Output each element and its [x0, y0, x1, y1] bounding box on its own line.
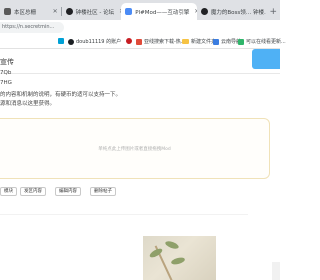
bookmark-label: doub11119 的账户 [76, 39, 122, 45]
bookmark-item[interactable]: 新建文件夹 [182, 38, 216, 45]
bookmarks-bar: doub11119 的账户 亚线搜索下载-热... 新建文件夹 云南导航 可以在… [0, 35, 286, 49]
tab-favicon-icon [125, 8, 133, 15]
close-tab-icon[interactable]: ✕ [51, 8, 58, 15]
app-icon [238, 38, 244, 45]
bookmark-item[interactable]: 可以在线看更新... [238, 38, 286, 45]
divider [0, 214, 248, 215]
tab-title: 本区总栅 [14, 9, 37, 16]
edit-content-button[interactable]: 编辑内容 [55, 187, 81, 196]
app-icon [136, 38, 142, 45]
new-tab-icon[interactable]: + [266, 7, 280, 20]
address-bar-url: https://n.secretmin... [2, 24, 55, 30]
bookmark-item[interactable]: 亚线搜索下载-热... [136, 38, 186, 45]
browser-tab[interactable]: 钟楼社区 - 论坛 ✕ [62, 3, 121, 20]
description-line: 源和消息以这里获得。 [0, 101, 56, 107]
app-icon [213, 38, 219, 45]
browser-tab-active[interactable]: Pl#Mod——互动引擎 ✕ [121, 3, 197, 20]
address-bar[interactable]: https://n.secretmin... [0, 22, 64, 33]
page-header: 宣传 [0, 49, 280, 74]
leaf-shape [170, 256, 186, 266]
browser-tab[interactable]: 本区总栅 ✕ [0, 3, 62, 20]
tab-title: Pl#Mod——互动引擎 [135, 9, 190, 16]
scrollbar[interactable] [272, 262, 280, 280]
bookmark-label: 亚线搜索下载-热... [144, 39, 186, 45]
bookmark-item[interactable] [126, 38, 132, 44]
tab-title: 魔力的Boss领… 钟楼… [210, 9, 267, 16]
primary-action-button[interactable] [252, 49, 280, 69]
description-line: 7HG [0, 80, 12, 86]
browser-toolbar: https://n.secretmin... [0, 20, 280, 35]
tab-favicon-icon [200, 8, 208, 15]
tab-favicon-icon [4, 8, 11, 15]
description-line: 7Qb [0, 70, 12, 76]
post-content-button[interactable]: 发区内容 [20, 187, 46, 196]
bookmark-item[interactable]: 云南导航 [213, 38, 241, 45]
folder-icon [182, 39, 189, 44]
upload-hint: 单纯点此上传图片或者直接拖拽Mod [98, 147, 171, 152]
bookmark-label: 可以在线看更新... [246, 39, 286, 45]
tab-strip: 本区总栅 ✕ 钟楼社区 - 论坛 ✕ Pl#Mod——互动引擎 ✕ 魔力的Bos… [0, 0, 280, 20]
leaf-shape [164, 239, 180, 251]
bookmark-item[interactable]: doub11119 的账户 [68, 38, 121, 45]
description-line: 的内容和机制的说明，有硬币的适可以支持一下。 [0, 92, 122, 98]
bookmark-item[interactable] [58, 38, 64, 44]
delete-post-button[interactable]: 删除帖子 [90, 187, 116, 196]
bilibili-icon [58, 38, 64, 44]
page-content: 宣传 7Qb 7HG 的内容和机制的说明，有硬币的适可以支持一下。 源和消息以这… [0, 49, 280, 280]
github-icon [68, 38, 74, 45]
tab-favicon-icon [65, 8, 73, 15]
gitee-icon [126, 38, 132, 44]
page-title: 宣传 [0, 58, 14, 66]
tab-title: 钟楼社区 - 论坛 [75, 9, 115, 16]
browser-tab[interactable]: 魔力的Boss领… 钟楼… ✕ [197, 3, 267, 20]
post-image [143, 236, 216, 280]
upload-dropzone[interactable]: 单纯点此上传图片或者直接拖拽Mod [0, 118, 270, 179]
module-button[interactable]: 模块 [0, 187, 17, 196]
